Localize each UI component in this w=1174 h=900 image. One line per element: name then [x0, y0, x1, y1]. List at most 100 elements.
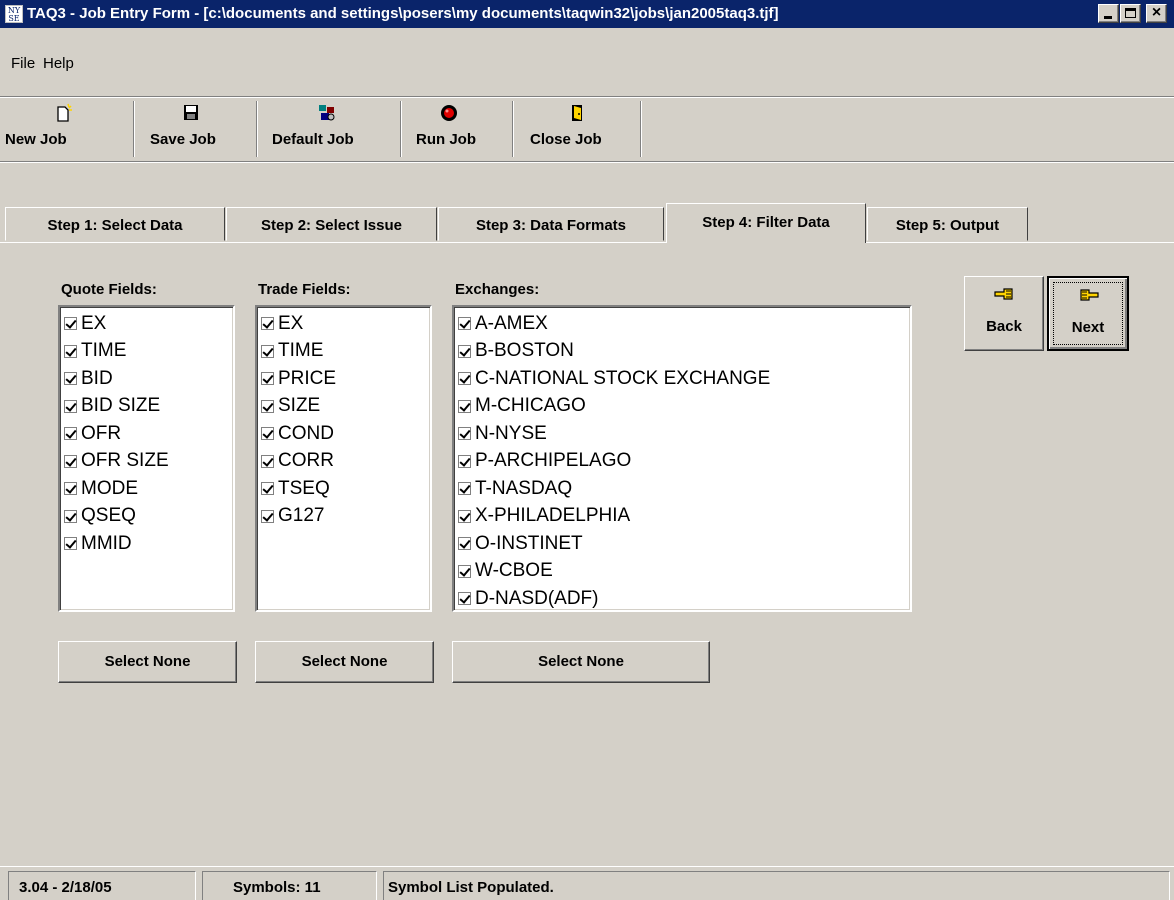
- quote-field-item[interactable]: OFR: [64, 420, 233, 448]
- exchange-item-label: O-INSTINET: [475, 532, 583, 554]
- menu-file[interactable]: File: [11, 55, 35, 72]
- minimize-button[interactable]: [1098, 4, 1119, 23]
- exchange-item[interactable]: B-BOSTON: [458, 338, 910, 366]
- checkbox-checked-icon[interactable]: [458, 454, 471, 468]
- exchange-item[interactable]: T-NASDAQ: [458, 475, 910, 503]
- trade-fields-label: Trade Fields:: [258, 281, 351, 298]
- new-job-button[interactable]: New Job: [0, 97, 131, 161]
- checkbox-checked-icon[interactable]: [261, 509, 274, 523]
- checkbox-checked-icon[interactable]: [261, 482, 274, 496]
- checkbox-checked-icon[interactable]: [458, 372, 471, 386]
- run-job-button[interactable]: Run Job: [404, 97, 510, 161]
- checkbox-checked-icon[interactable]: [64, 399, 77, 413]
- checkbox-checked-icon[interactable]: [261, 454, 274, 468]
- checkbox-checked-icon[interactable]: [261, 317, 274, 331]
- close-job-button[interactable]: Close Job: [516, 97, 638, 161]
- exchange-item[interactable]: D-NASD(ADF): [458, 585, 910, 613]
- checkbox-checked-icon[interactable]: [64, 482, 77, 496]
- checkbox-checked-icon[interactable]: [458, 317, 471, 331]
- toolbar-separator: [640, 101, 642, 157]
- tab-step-4[interactable]: Step 4: Filter Data: [666, 203, 866, 243]
- exchanges-select-none-button[interactable]: Select None: [452, 641, 710, 683]
- exchange-item-label: D-NASD(ADF): [475, 587, 599, 609]
- quote-field-item[interactable]: TIME: [64, 338, 233, 366]
- checkbox-checked-icon[interactable]: [458, 592, 471, 606]
- quote-field-item[interactable]: EX: [64, 310, 233, 338]
- button-label: Select None: [104, 653, 191, 670]
- trade-field-item[interactable]: EX: [261, 310, 430, 338]
- tab-step-2[interactable]: Step 2: Select Issue: [226, 207, 437, 241]
- exchange-item[interactable]: C-NATIONAL STOCK EXCHANGE: [458, 365, 910, 393]
- tab-label: Step 5: Output: [895, 217, 1000, 234]
- button-label: Select None: [301, 653, 388, 670]
- new-job-label: New Job: [5, 131, 67, 148]
- quote-field-item-label: BID SIZE: [81, 395, 161, 417]
- exchanges-list[interactable]: A-AMEX B-BOSTON C-NATIONAL STOCK EXCHANGE M…: [452, 305, 912, 612]
- trade-field-item[interactable]: CORR: [261, 448, 430, 476]
- quote-field-item[interactable]: MMID: [64, 530, 233, 558]
- checkbox-checked-icon[interactable]: [64, 427, 77, 441]
- trade-field-item[interactable]: SIZE: [261, 393, 430, 421]
- checkbox-checked-icon[interactable]: [458, 537, 471, 551]
- quote-field-item[interactable]: BID SIZE: [64, 393, 233, 421]
- checkbox-checked-icon[interactable]: [64, 509, 77, 523]
- default-job-label: Default Job: [272, 131, 354, 148]
- quote-field-item[interactable]: OFR SIZE: [64, 448, 233, 476]
- trade-field-item-label: TIME: [278, 340, 324, 362]
- checkbox-checked-icon[interactable]: [261, 399, 274, 413]
- default-job-button[interactable]: Default Job: [260, 97, 398, 161]
- checkbox-checked-icon[interactable]: [458, 482, 471, 496]
- trade-field-item-label: SIZE: [278, 395, 321, 417]
- exchange-item-label: N-NYSE: [475, 422, 547, 444]
- checkbox-checked-icon[interactable]: [64, 317, 77, 331]
- quote-field-item[interactable]: MODE: [64, 475, 233, 503]
- trade-field-item-label: PRICE: [278, 367, 337, 389]
- quote-field-item-label: TIME: [81, 340, 127, 362]
- back-button[interactable]: Back: [964, 276, 1044, 351]
- checkbox-checked-icon[interactable]: [458, 399, 471, 413]
- quote-select-none-button[interactable]: Select None: [58, 641, 237, 683]
- trade-field-item-label: EX: [278, 312, 304, 334]
- tab-step-3[interactable]: Step 3: Data Formats: [438, 207, 664, 241]
- trade-field-item[interactable]: TSEQ: [261, 475, 430, 503]
- quote-fields-list[interactable]: EX TIME BID BID SIZE OFR OFR SIZE MODE QSEQ MMID: [58, 305, 235, 612]
- trade-fields-list[interactable]: EX TIME PRICE SIZE COND CORR TSEQ G127: [255, 305, 432, 612]
- checkbox-checked-icon[interactable]: [64, 454, 77, 468]
- quote-field-item-label: QSEQ: [81, 505, 136, 527]
- menu-help[interactable]: Help: [43, 55, 74, 72]
- checkbox-checked-icon[interactable]: [458, 564, 471, 578]
- exchange-item[interactable]: W-CBOE: [458, 558, 910, 586]
- checkbox-checked-icon[interactable]: [458, 509, 471, 523]
- checkbox-checked-icon[interactable]: [458, 344, 471, 358]
- next-button[interactable]: Next: [1047, 276, 1129, 351]
- quote-field-item[interactable]: QSEQ: [64, 503, 233, 531]
- exchange-item[interactable]: A-AMEX: [458, 310, 910, 338]
- save-job-button[interactable]: Save Job: [136, 97, 254, 161]
- close-button[interactable]: ×: [1146, 4, 1167, 23]
- checkbox-checked-icon[interactable]: [261, 372, 274, 386]
- checkbox-checked-icon[interactable]: [64, 344, 77, 358]
- tab-step-5[interactable]: Step 5: Output: [867, 207, 1028, 241]
- maximize-button[interactable]: [1120, 4, 1141, 23]
- checkbox-checked-icon[interactable]: [261, 427, 274, 441]
- trade-field-item[interactable]: G127: [261, 503, 430, 531]
- exchange-item[interactable]: N-NYSE: [458, 420, 910, 448]
- quote-field-item[interactable]: BID: [64, 365, 233, 393]
- trade-field-item[interactable]: COND: [261, 420, 430, 448]
- quote-field-item-label: MODE: [81, 477, 138, 499]
- exchange-item-label: X-PHILADELPHIA: [475, 505, 631, 527]
- checkbox-checked-icon[interactable]: [261, 344, 274, 358]
- exchange-item[interactable]: X-PHILADELPHIA: [458, 503, 910, 531]
- checkbox-checked-icon[interactable]: [64, 537, 77, 551]
- trade-field-item[interactable]: PRICE: [261, 365, 430, 393]
- checkbox-checked-icon[interactable]: [458, 427, 471, 441]
- exchange-item-label: C-NATIONAL STOCK EXCHANGE: [475, 367, 771, 389]
- exchange-item[interactable]: P-ARCHIPELAGO: [458, 448, 910, 476]
- exchange-item[interactable]: M-CHICAGO: [458, 393, 910, 421]
- tab-step-1[interactable]: Step 1: Select Data: [5, 207, 225, 241]
- checkbox-checked-icon[interactable]: [64, 372, 77, 386]
- exchange-item[interactable]: O-INSTINET: [458, 530, 910, 558]
- trade-select-none-button[interactable]: Select None: [255, 641, 434, 683]
- close-job-label: Close Job: [530, 131, 602, 148]
- trade-field-item[interactable]: TIME: [261, 338, 430, 366]
